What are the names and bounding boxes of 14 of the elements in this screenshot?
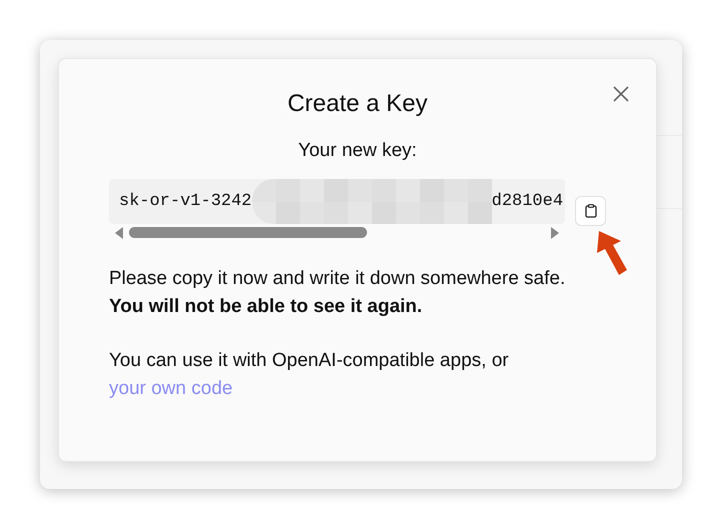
copy-button[interactable]: [575, 196, 606, 226]
dialog-subtitle: Your new key:: [297, 139, 418, 163]
dialog-title: Create a Key: [286, 89, 429, 119]
scrollbar-thumb[interactable]: [129, 227, 367, 238]
key-text: d2810e4: [492, 192, 564, 211]
key-text: sk-or-v1-3242: [119, 192, 252, 211]
close-icon[interactable]: [613, 86, 629, 102]
scroll-left-icon[interactable]: [115, 227, 123, 239]
clipboard-icon: [584, 204, 596, 218]
key-field[interactable]: sk-or-v1-3242 d2810e4: [109, 179, 565, 224]
warning-text: Please copy it now and write it down somewhere safe. You will not be able to see it again.: [109, 267, 566, 319]
scroll-right-icon[interactable]: [551, 227, 559, 239]
arrow-icon: [595, 229, 629, 277]
usage-text: You can use it with OpenAI-compatible apps, or: [109, 350, 509, 371]
